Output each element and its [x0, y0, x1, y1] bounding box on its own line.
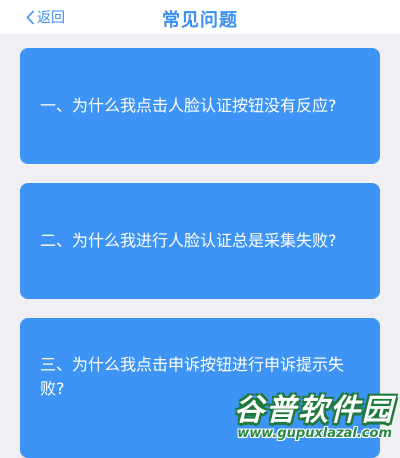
faq-question-3: 三、为什么我点击申诉按钮进行申诉提示失败? — [40, 355, 345, 398]
navigation-bar: 返回 常见问题 — [0, 0, 400, 34]
faq-item-1[interactable]: 一、为什么我点击人脸认证按钮没有反应? — [20, 48, 380, 164]
faq-list: 一、为什么我点击人脸认证按钮没有反应? 二、为什么我进行人脸认证总是采集失败? … — [0, 0, 400, 458]
faq-item-2[interactable]: 二、为什么我进行人脸认证总是采集失败? — [20, 183, 380, 299]
faq-question-1: 一、为什么我点击人脸认证按钮没有反应? — [40, 96, 337, 115]
page-title: 常见问题 — [162, 10, 238, 31]
faq-question-2: 二、为什么我进行人脸认证总是采集失败? — [40, 231, 337, 250]
faq-item-3[interactable]: 三、为什么我点击申诉按钮进行申诉提示失败? — [20, 318, 380, 458]
